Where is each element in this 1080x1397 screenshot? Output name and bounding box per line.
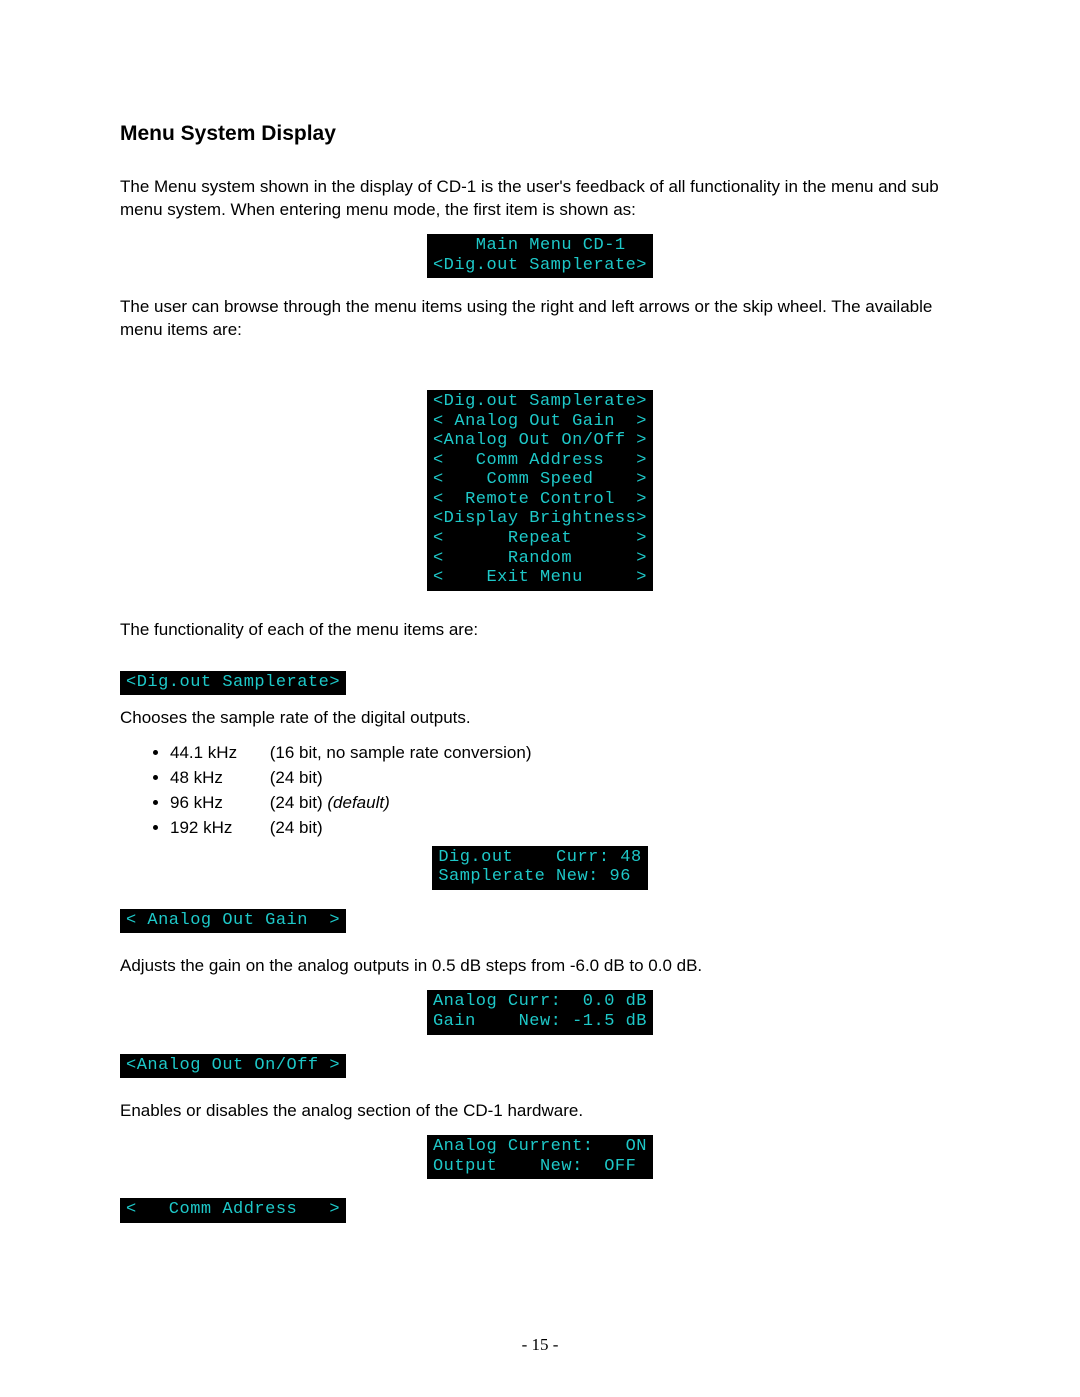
page-number: - 15 - bbox=[0, 1334, 1080, 1357]
functionality-intro: The functionality of each of the menu it… bbox=[120, 619, 960, 642]
sr-desc: (16 bit, no sample rate conversion) bbox=[270, 742, 532, 765]
analog-onoff-desc: Enables or disables the analog section o… bbox=[120, 1100, 960, 1123]
lcd-text: < Comm Address > bbox=[120, 1198, 346, 1223]
lcd-header-comm-address: < Comm Address > bbox=[120, 1197, 960, 1223]
lcd-text: <Dig.out Samplerate> bbox=[120, 671, 346, 696]
document-page: Menu System Display The Menu system show… bbox=[0, 0, 1080, 1397]
intro-paragraph-1: The Menu system shown in the display of … bbox=[120, 176, 960, 222]
analog-gain-desc: Adjusts the gain on the analog outputs i… bbox=[120, 955, 960, 978]
sr-desc: (24 bit) bbox=[270, 767, 323, 790]
sr-desc: (24 bit) bbox=[270, 792, 323, 815]
lcd-header-analog-onoff: <Analog Out On/Off > bbox=[120, 1053, 960, 1079]
lcd-dig-out-values: Dig.out Curr: 48 Samplerate New: 96 bbox=[120, 846, 960, 890]
sr-rate: 192 kHz bbox=[170, 817, 265, 840]
list-item: 96 kHz (24 bit) (default) bbox=[170, 792, 960, 815]
section-heading: Menu System Display bbox=[120, 120, 960, 148]
lcd-analog-gain-values: Analog Curr: 0.0 dB Gain New: -1.5 dB bbox=[120, 990, 960, 1034]
lcd-text: Dig.out Curr: 48 Samplerate New: 96 bbox=[432, 846, 647, 890]
lcd-text: Analog Current: ON Output New: OFF bbox=[427, 1135, 653, 1179]
lcd-analog-onoff-values: Analog Current: ON Output New: OFF bbox=[120, 1135, 960, 1179]
dig-out-desc: Chooses the sample rate of the digital o… bbox=[120, 707, 960, 730]
lcd-header-analog-gain: < Analog Out Gain > bbox=[120, 908, 960, 934]
intro-paragraph-2: The user can browse through the menu ite… bbox=[120, 296, 960, 342]
lcd-main-menu: Main Menu CD-1 <Dig.out Samplerate> bbox=[120, 234, 960, 278]
list-item: 48 kHz (24 bit) bbox=[170, 767, 960, 790]
lcd-text: Main Menu CD-1 <Dig.out Samplerate> bbox=[427, 234, 653, 278]
lcd-header-dig-out: <Dig.out Samplerate> bbox=[120, 670, 960, 696]
sr-default: (default) bbox=[327, 793, 389, 812]
lcd-text: <Dig.out Samplerate> < Analog Out Gain >… bbox=[427, 390, 653, 590]
lcd-text: Analog Curr: 0.0 dB Gain New: -1.5 dB bbox=[427, 990, 653, 1034]
lcd-menu-list: <Dig.out Samplerate> < Analog Out Gain >… bbox=[120, 390, 960, 590]
sr-rate: 44.1 kHz bbox=[170, 742, 265, 765]
sr-rate: 48 kHz bbox=[170, 767, 265, 790]
sr-rate: 96 kHz bbox=[170, 792, 265, 815]
sr-desc: (24 bit) bbox=[270, 817, 323, 840]
list-item: 44.1 kHz (16 bit, no sample rate convers… bbox=[170, 742, 960, 765]
lcd-text: < Analog Out Gain > bbox=[120, 909, 346, 934]
list-item: 192 kHz (24 bit) bbox=[170, 817, 960, 840]
samplerate-list: 44.1 kHz (16 bit, no sample rate convers… bbox=[170, 742, 960, 840]
lcd-text: <Analog Out On/Off > bbox=[120, 1054, 346, 1079]
